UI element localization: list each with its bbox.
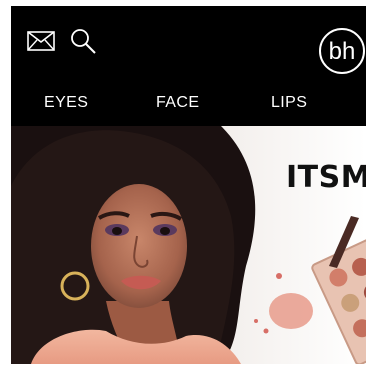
nav-item-eyes[interactable]: EYES	[44, 94, 88, 112]
brand-logo[interactable]: bh	[317, 26, 366, 76]
envelope-icon[interactable]	[25, 26, 57, 56]
app-frame: bh EYES FACE LIPS ITSM	[11, 6, 366, 364]
logo-text: bh	[329, 38, 356, 65]
hero-headline: ITSMY	[286, 160, 366, 195]
hero-banner[interactable]: ITSMY	[11, 126, 366, 364]
nav-item-face[interactable]: FACE	[156, 94, 199, 112]
nav-item-lips[interactable]: LIPS	[271, 94, 307, 112]
search-icon[interactable]	[67, 26, 99, 56]
category-nav: EYES FACE LIPS	[11, 90, 366, 126]
top-header: bh	[11, 6, 366, 90]
